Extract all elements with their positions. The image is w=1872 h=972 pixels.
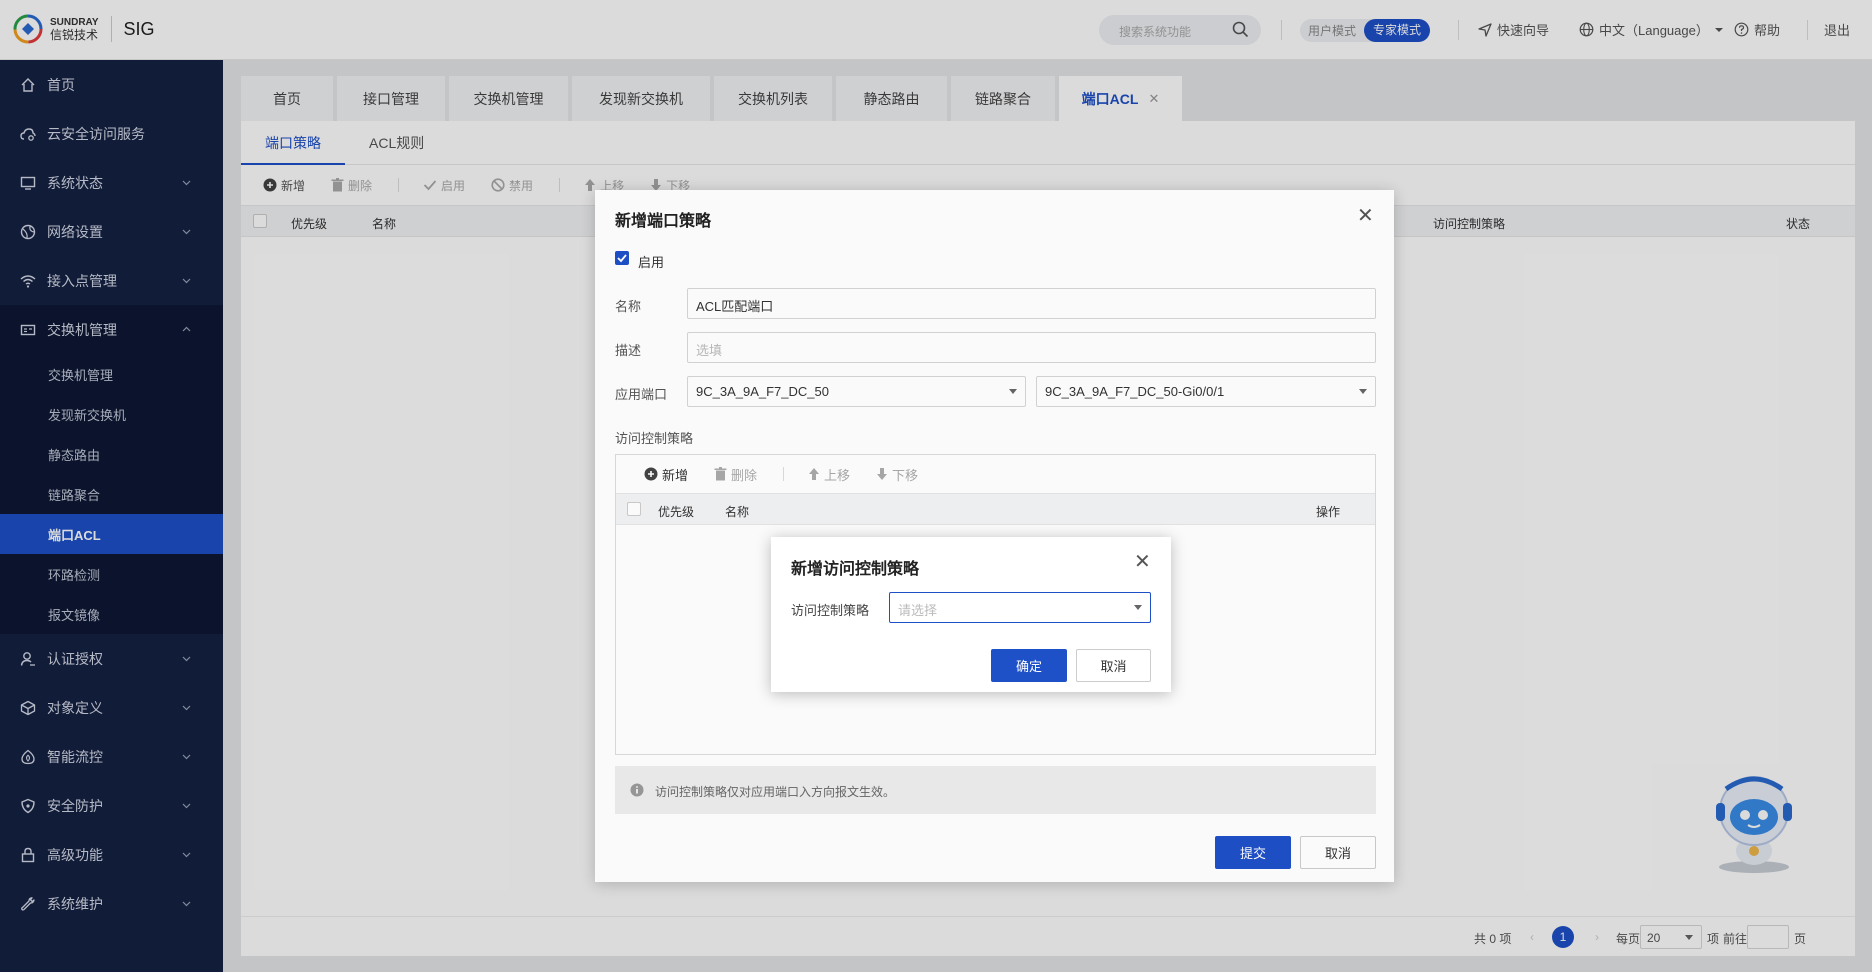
add-acl-policy-dialog: 新增访问控制策略 ✕ 访问控制策略 请选择 确定 取消 bbox=[771, 537, 1171, 692]
caret-down-icon bbox=[1134, 605, 1142, 610]
acl-policy-label: 访问控制策略 bbox=[791, 603, 870, 618]
confirm-button[interactable]: 确定 bbox=[991, 649, 1067, 682]
acl-policy-placeholder: 请选择 bbox=[898, 603, 938, 618]
acl-policy-select[interactable]: 请选择 bbox=[889, 592, 1151, 623]
close-icon[interactable]: ✕ bbox=[1134, 549, 1151, 574]
cancel-button[interactable]: 取消 bbox=[1076, 649, 1151, 682]
modal-overlay-secondary bbox=[0, 0, 1872, 972]
dialog-title: 新增访问控制策略 bbox=[791, 561, 920, 578]
